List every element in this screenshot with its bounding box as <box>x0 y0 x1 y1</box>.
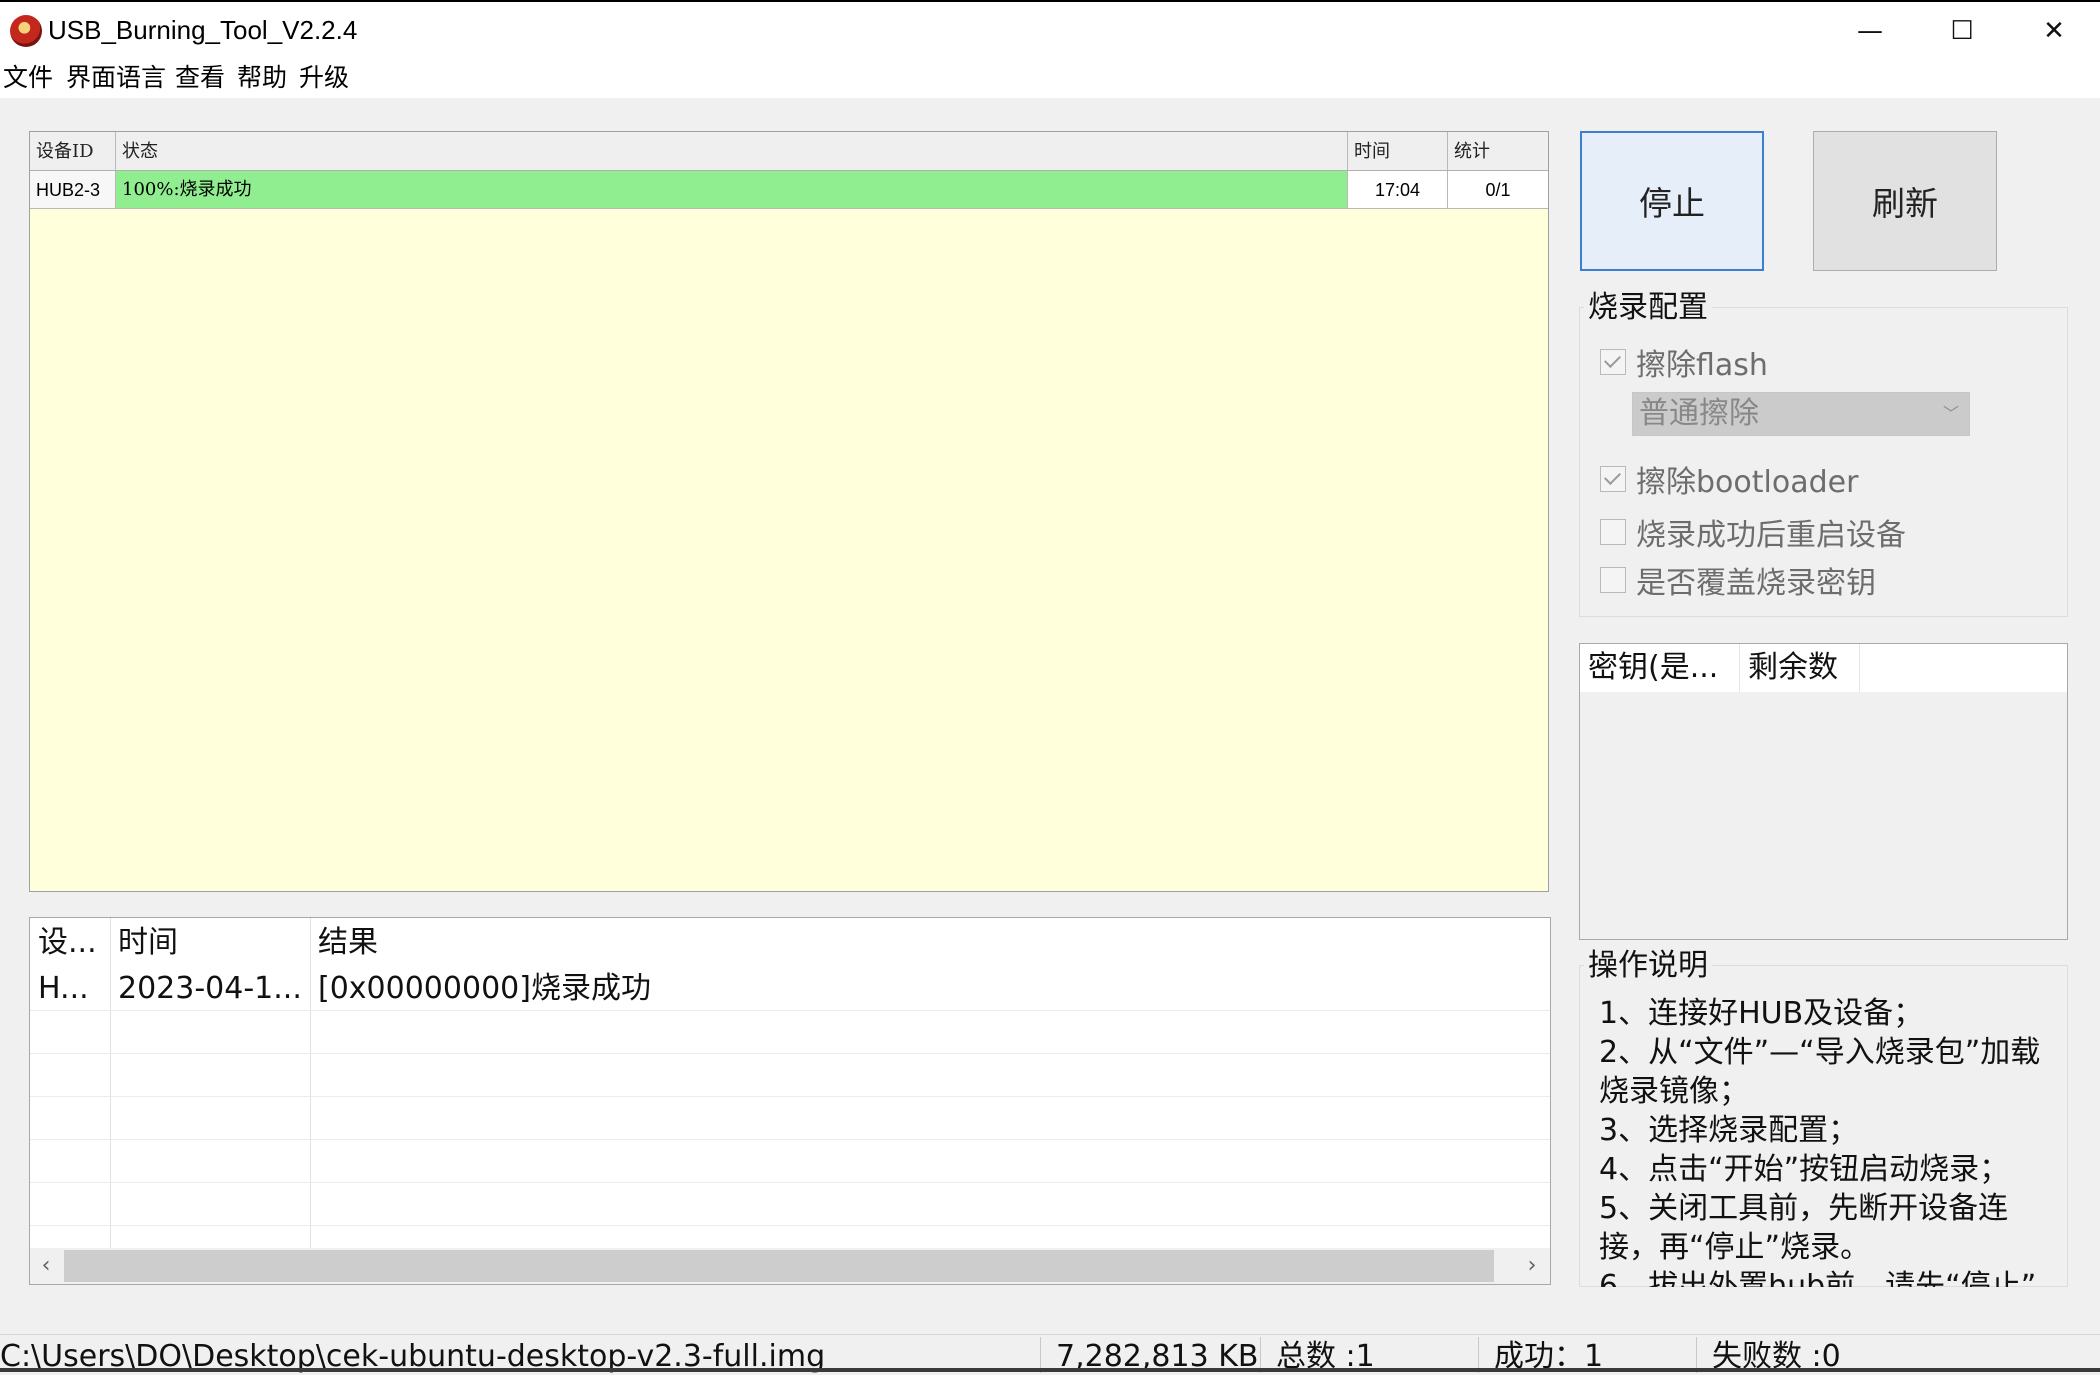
instruction-step: 3、选择烧录配置； <box>1599 1113 1859 1148</box>
instruction-step: 2、从“文件”—“导入烧录包”加载烧录镜像； <box>1599 1035 2041 1109</box>
status-text: 100%:烧录成功 <box>122 179 252 200</box>
reboot-after-label: 烧录成功后重启设备 <box>1636 518 1906 553</box>
checkbox-icon[interactable] <box>1600 466 1626 492</box>
key-header-remaining[interactable]: 剩余数 <box>1740 644 1860 692</box>
overwrite-key-checkbox[interactable]: 是否覆盖烧录密钥 <box>1600 560 1876 601</box>
row-divider <box>30 1010 1550 1011</box>
minimize-icon[interactable]: — <box>1824 2 1916 60</box>
overwrite-key-label: 是否覆盖烧录密钥 <box>1636 566 1876 601</box>
erase-flash-checkbox[interactable]: 擦除flash <box>1600 342 1768 383</box>
erase-flash-label: 擦除flash <box>1636 348 1768 383</box>
menu-language[interactable]: 界面语言 <box>63 62 169 94</box>
checkbox-icon[interactable] <box>1600 519 1626 545</box>
window-title: USB_Burning_Tool_V2.2.4 <box>48 15 358 45</box>
instruction-step: 1、连接好HUB及设备； <box>1599 996 1924 1031</box>
app-logo-icon <box>10 15 42 47</box>
col-header-time[interactable]: 时间 <box>1348 132 1448 171</box>
checkbox-icon[interactable] <box>1600 349 1626 375</box>
key-header-key[interactable]: 密钥(是... <box>1580 644 1740 692</box>
checkbox-icon[interactable] <box>1600 567 1626 593</box>
erase-mode-select[interactable]: 普通擦除 ﹀ <box>1632 392 1970 436</box>
row-divider <box>30 1139 1550 1140</box>
col-header-device-id[interactable]: 设备ID <box>30 132 116 171</box>
time-cell: 17:04 <box>1348 171 1448 209</box>
col-header-status[interactable]: 状态 <box>116 132 1348 171</box>
log-header-result[interactable]: 结果 <box>310 918 1550 968</box>
device-table[interactable]: 设备ID 状态 时间 统计 HUB2-3 100%:烧录成功 17:04 0/1 <box>29 131 1549 892</box>
erase-bootloader-checkbox[interactable]: 擦除bootloader <box>1600 459 1859 500</box>
chevron-down-icon: ﹀ <box>1942 404 1959 423</box>
scroll-right-icon[interactable]: › <box>1516 1248 1548 1284</box>
log-time-cell: 2023-04-1... <box>118 971 302 1006</box>
horizontal-scrollbar[interactable]: ‹ › <box>30 1248 1550 1284</box>
instruction-step: 4、点击“开始”按钮启动烧录； <box>1599 1152 2010 1187</box>
status-bar: C:\Users\DO\Desktop\cek-ubuntu-desktop-v… <box>0 1334 2100 1374</box>
row-divider <box>30 1053 1550 1054</box>
window-edge <box>0 1368 2100 1372</box>
log-header-time[interactable]: 时间 <box>110 918 310 968</box>
close-icon[interactable]: ✕ <box>2008 2 2100 60</box>
row-divider <box>30 1096 1550 1097</box>
refresh-button[interactable]: 刷新 <box>1813 131 1997 271</box>
progress-bar-fill <box>116 171 1347 208</box>
maximize-icon[interactable]: ☐ <box>1916 2 2008 60</box>
reboot-after-checkbox[interactable]: 烧录成功后重启设备 <box>1600 512 1906 553</box>
scroll-left-icon[interactable]: ‹ <box>30 1248 62 1284</box>
scrollbar-thumb[interactable] <box>64 1250 1494 1282</box>
log-header-device[interactable]: 设... <box>30 918 110 968</box>
menu-file[interactable]: 文件 <box>0 62 56 94</box>
device-id-cell: HUB2-3 <box>30 171 116 209</box>
row-divider <box>30 1182 1550 1183</box>
menu-upgrade[interactable]: 升级 <box>296 62 352 94</box>
row-divider <box>30 1225 1550 1226</box>
log-result-cell: [0x00000000]烧录成功 <box>318 971 651 1006</box>
key-list[interactable]: 密钥(是... 剩余数 <box>1579 643 2068 940</box>
log-table[interactable]: 设... 时间 结果 H... 2023-04-1... [0x00000000… <box>29 917 1551 1285</box>
col-header-stats[interactable]: 统计 <box>1448 132 1548 171</box>
erase-bootloader-label: 擦除bootloader <box>1636 465 1859 500</box>
menu-help[interactable]: 帮助 <box>234 62 290 94</box>
stats-cell: 0/1 <box>1448 171 1548 209</box>
key-list-header: 密钥(是... 剩余数 <box>1580 644 2067 692</box>
table-row[interactable]: HUB2-3 100%:烧录成功 17:04 0/1 <box>30 171 1548 209</box>
stop-button[interactable]: 停止 <box>1580 131 1764 271</box>
erase-mode-value: 普通擦除 <box>1639 396 1759 431</box>
menu-view[interactable]: 查看 <box>172 62 228 94</box>
instruction-step: 6、拔出外置hub前，请先“停止” <box>1599 1269 2037 1287</box>
log-device-cell: H... <box>38 971 89 1006</box>
title-bar: USB_Burning_Tool_V2.2.4 — ☐ ✕ <box>0 0 2100 58</box>
status-cell: 100%:烧录成功 <box>116 171 1348 209</box>
instruction-step: 5、关闭工具前，先断开设备连接，再“停止”烧录。 <box>1599 1191 2009 1265</box>
burn-config-title: 烧录配置 <box>1584 290 1712 326</box>
instructions-body: 1、连接好HUB及设备； 2、从“文件”—“导入烧录包”加载烧录镜像； 3、选择… <box>1579 965 2068 1287</box>
menu-bar: 文件 界面语言 查看 帮助 升级 <box>0 58 2100 98</box>
